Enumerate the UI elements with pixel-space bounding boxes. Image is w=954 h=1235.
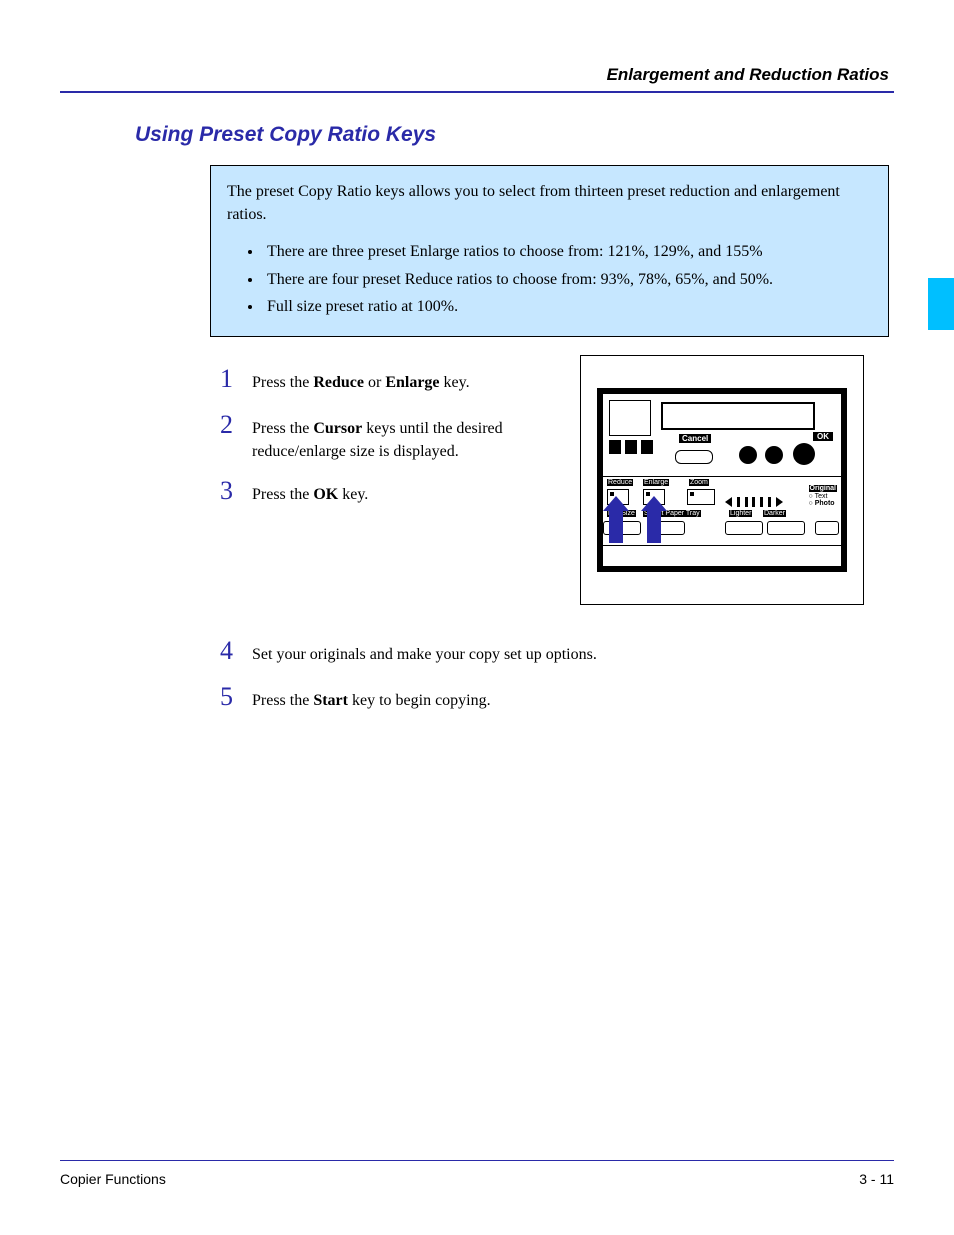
reduce-label: Reduce xyxy=(607,479,633,486)
page-thumb-tab xyxy=(928,278,954,330)
step-text: Press the Reduce or Enlarge key. xyxy=(252,372,470,394)
footer: Copier Functions 3 - 11 xyxy=(60,1160,894,1187)
lighter-button-icon xyxy=(725,521,763,535)
step-2: 2 Press the Cursor keys until the desire… xyxy=(220,407,560,463)
ok-button-icon xyxy=(793,443,815,465)
zoom-label: Zoom xyxy=(689,479,709,486)
step-1: 1 Press the Reduce or Enlarge key. xyxy=(220,361,560,397)
original-button-icon xyxy=(815,521,839,535)
steps-upper: 1 Press the Reduce or Enlarge key. 2 Pre… xyxy=(220,351,894,605)
step-number: 4 xyxy=(220,633,248,669)
darker-label: Darker xyxy=(763,510,786,517)
cancel-label: Cancel xyxy=(679,434,711,443)
enlarge-label: Enlarge xyxy=(643,479,669,486)
step-number: 3 xyxy=(220,473,248,509)
info-list: There are three preset Enlarge ratios to… xyxy=(263,240,872,318)
original-labels: Original ○ Text ○ Photo xyxy=(809,485,837,508)
step-text: Press the OK key. xyxy=(252,484,368,506)
step-5: 5 Press the Start key to begin copying. xyxy=(220,679,894,715)
info-bullet-2: There are four preset Reduce ratios to c… xyxy=(263,268,872,291)
step-number: 1 xyxy=(220,361,248,397)
info-box: The preset Copy Ratio keys allows you to… xyxy=(210,165,889,337)
lcd-display-icon xyxy=(661,402,815,430)
step-3: 3 Press the OK key. xyxy=(220,473,560,509)
step-4: 4 Set your originals and make your copy … xyxy=(220,633,894,669)
step-number: 5 xyxy=(220,679,248,715)
zoom-button-icon xyxy=(687,489,715,505)
steps-lower: 4 Set your originals and make your copy … xyxy=(220,633,894,716)
lighter-label: Lighter xyxy=(729,510,752,517)
step-text: Set your originals and make your copy se… xyxy=(252,644,597,666)
section-heading: Using Preset Copy Ratio Keys xyxy=(135,123,894,147)
step-text: Press the Start key to begin copying. xyxy=(252,690,491,712)
cursor-button-icon xyxy=(765,446,783,464)
header-title: Enlargement and Reduction Ratios xyxy=(60,65,894,91)
arrow-indicator-icon xyxy=(647,509,661,543)
darker-button-icon xyxy=(767,521,805,535)
cursor-button-icon xyxy=(739,446,757,464)
cancel-button-icon xyxy=(675,450,713,464)
step-text: Press the Cursor keys until the desired … xyxy=(252,418,560,463)
footer-right: 3 - 11 xyxy=(859,1171,894,1187)
footer-left: Copier Functions xyxy=(60,1171,166,1187)
info-bullet-1: There are three preset Enlarge ratios to… xyxy=(263,240,872,263)
info-bullet-3: Full size preset ratio at 100%. xyxy=(263,295,872,318)
info-intro: The preset Copy Ratio keys allows you to… xyxy=(227,180,872,226)
arrow-indicator-icon xyxy=(609,509,623,543)
density-slider-icon xyxy=(725,495,783,509)
header-rule xyxy=(60,91,894,93)
ok-label: OK xyxy=(813,432,833,441)
step-number: 2 xyxy=(220,407,248,443)
control-panel-illustration: Cancel OK Reduce Enlarge Zoom xyxy=(580,355,864,605)
